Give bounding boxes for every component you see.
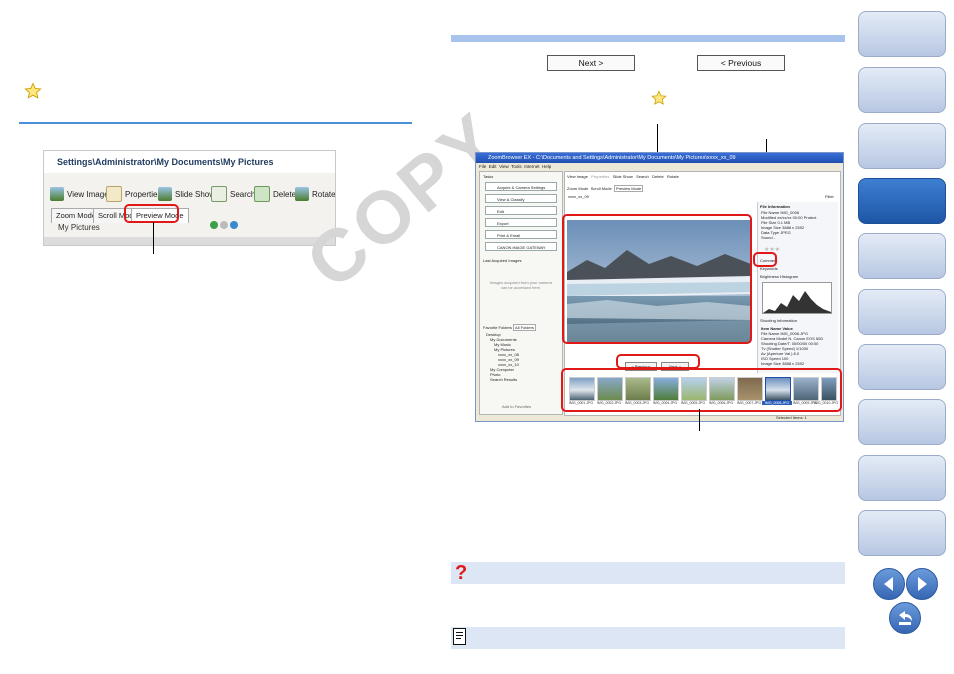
window-title: ZoomBrowser EX - C:\Documents and Settin… — [476, 153, 843, 163]
left-arrow-icon[interactable] — [873, 568, 905, 600]
callout-line — [153, 222, 154, 254]
star-icon — [24, 82, 42, 100]
sidebar-tab-2[interactable] — [858, 67, 946, 113]
note-band — [451, 627, 845, 649]
screenshot-toolbar-preview-mode: Settings\Administrator\My Documents\My P… — [43, 150, 336, 246]
status-bar: Selected Items: 1 — [776, 415, 807, 420]
return-icon[interactable] — [889, 602, 921, 634]
folder-tabs: Favorite Folders All Folders — [483, 324, 536, 331]
rotate-icon — [295, 187, 309, 201]
trash-icon — [254, 186, 270, 202]
properties-icon — [106, 186, 122, 202]
filter-label: Filter — [825, 194, 834, 199]
question-mark-icon: ? — [455, 562, 468, 584]
histogram-section: Brightness Histogram — [760, 274, 799, 279]
preview-mode-highlight — [124, 204, 179, 223]
folder-label: My Pictures — [58, 223, 100, 232]
delete-tool: Delete — [254, 183, 296, 205]
header-band — [451, 35, 845, 42]
sidebar-tab-8[interactable] — [858, 399, 946, 445]
info-list: File Name IMG_0006 Modified xx/xx/xx 00:… — [761, 210, 817, 240]
main-toolbar: View Image Properties Slide Show Search … — [567, 174, 679, 179]
mode-tabs: Zoom Mode Scroll Mode Preview Mode — [567, 185, 644, 192]
troubleshooting-band — [451, 562, 845, 584]
next-button-graphic: Next > — [547, 55, 635, 71]
previous-button-graphic: < Previous — [697, 55, 785, 71]
folder-path: Settings\Administrator\My Documents\My P… — [44, 151, 335, 173]
folder-path-small: xxxx_xx_09 — [568, 194, 589, 199]
properties-tool: Properties — [106, 183, 161, 205]
sidebar-tab-3[interactable] — [858, 123, 946, 169]
sidebar-tab-10[interactable] — [858, 510, 946, 556]
view-image-tool: View Image — [50, 183, 109, 205]
star-icon — [651, 90, 667, 106]
sidebar-tab-6[interactable] — [858, 289, 946, 335]
sidebar-tab-7[interactable] — [858, 344, 946, 390]
menu-bar: File Edit View Tools Internet Help — [479, 164, 552, 169]
search-tool: Search — [211, 183, 255, 205]
folder-tree: Desktop My Documents My Music My Picture… — [486, 332, 519, 382]
shooting-section: Shooting Information — [760, 318, 797, 323]
last-acquired-hint: Images acquired from your camera can be … — [489, 280, 553, 290]
prev-next-highlight — [616, 354, 700, 369]
brightness-histogram — [762, 282, 832, 314]
callout-line-thumbs — [699, 409, 700, 431]
shooting-list: Item Name Value File Name IMG_0006.JPG C… — [761, 326, 824, 366]
info-header: File Information — [760, 204, 790, 209]
sidebar-tab-1[interactable] — [858, 11, 946, 57]
task-print-email: Print & Email — [485, 230, 557, 239]
sidebar-tab-current[interactable] — [858, 178, 946, 224]
task-edit: Edit — [485, 206, 557, 215]
thumbnail-highlight — [561, 368, 842, 412]
view-image-icon — [50, 187, 64, 201]
memo-icon — [453, 628, 466, 645]
right-arrow-icon[interactable] — [906, 568, 938, 600]
sidebar-tab-9[interactable] — [858, 455, 946, 501]
slide-show-icon — [158, 187, 172, 201]
section-rule — [19, 122, 412, 124]
task-view-classify: View & Classify — [485, 194, 557, 203]
tasks-header: Tasks — [483, 174, 494, 179]
rotate-tool: Rotate — [295, 183, 335, 205]
task-gateway: CANON iMAGE GATEWAY — [485, 242, 557, 251]
add-to-favorites: Add to Favorites — [502, 404, 532, 409]
task-acquire: Acquire & Camera Settings — [485, 182, 557, 191]
search-icon — [211, 186, 227, 202]
slide-show-tool: Slide Show — [158, 183, 215, 205]
rating-highlight — [753, 252, 777, 267]
last-acquired-header: Last Acquired Images — [483, 258, 522, 263]
preview-image-highlight — [562, 214, 752, 344]
nav-arrows — [210, 221, 239, 231]
task-export: Export — [485, 218, 557, 227]
sidebar-tab-5[interactable] — [858, 233, 946, 279]
tasks-pane: Tasks Acquire & Camera Settings View & C… — [479, 171, 563, 415]
